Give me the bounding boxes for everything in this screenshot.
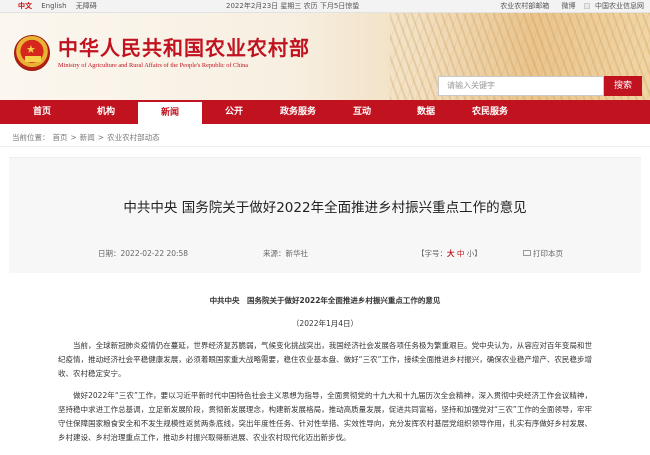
article-subtitle: 中共中央 国务院关于做好2022年全面推进乡村振兴重点工作的意见: [209, 296, 441, 305]
ministry-name-cn[interactable]: 中华人民共和国农业农村部: [58, 32, 310, 61]
nav-item-7[interactable]: 农民服务: [458, 100, 522, 124]
breadcrumb: 当前位置： 首页 > 新闻 > 农业农村部动态: [0, 129, 650, 147]
info-site-icon: [583, 3, 590, 9]
article-meta: 日期：2022-02-22 20:58 来源：新华社 【字号：大 中 小】 打印…: [9, 248, 641, 264]
font-size-large[interactable]: 大: [447, 249, 455, 258]
font-size-medium[interactable]: 中: [457, 249, 465, 258]
nav-item-0[interactable]: 首页: [10, 100, 74, 124]
nav-item-5[interactable]: 互动: [330, 100, 394, 124]
national-emblem-icon[interactable]: ★: [14, 35, 50, 71]
nav-item-4[interactable]: 政务服务: [266, 100, 330, 124]
breadcrumb-home[interactable]: 首页: [53, 133, 68, 142]
nav-item-2[interactable]: 新闻: [138, 100, 202, 124]
top-utility-bar: 中文 English 无障碍 2022年2月23日 星期三 农历 下月5日惊蛰 …: [0, 0, 650, 13]
nav-item-1[interactable]: 机构: [74, 100, 138, 124]
lang-english-link[interactable]: English: [41, 2, 66, 10]
article-subdate: （2022年1月4日）: [291, 319, 359, 328]
font-size-label: 【字号：: [417, 249, 447, 258]
printer-icon: [523, 250, 531, 256]
main-nav: 首页 机构 新闻 公开 政务服务 互动 数据 农民服务: [0, 100, 650, 124]
breadcrumb-current[interactable]: 农业农村部动态: [107, 133, 160, 142]
nav-item-6[interactable]: 数据: [394, 100, 458, 124]
font-size-bracket: 】: [474, 249, 482, 258]
language-switcher: 中文 English 无障碍: [18, 0, 104, 12]
article-paragraph: 当前，全球新冠肺炎疫情仍在蔓延，世界经济复苏脆弱，气候变化挑战突出，我国经济社会…: [58, 341, 592, 378]
weibo-link[interactable]: 微博: [562, 2, 576, 10]
search-button[interactable]: 搜索: [604, 76, 642, 96]
lang-chinese-link[interactable]: 中文: [18, 2, 32, 10]
nav-item-3[interactable]: 公开: [202, 100, 266, 124]
print-page-button[interactable]: 打印本页: [523, 248, 563, 259]
breadcrumb-news[interactable]: 新闻: [80, 133, 95, 142]
breadcrumb-label: 当前位置：: [12, 133, 50, 142]
accessibility-link[interactable]: 无障碍: [76, 2, 97, 10]
breadcrumb-sep: >: [97, 133, 105, 142]
agri-info-link[interactable]: 中国农业信息网: [595, 2, 644, 10]
article-source: 来源：新华社: [263, 249, 308, 258]
publish-date: 日期：2022-02-22 20:58: [98, 249, 189, 258]
search-input[interactable]: 请输入关键字: [438, 76, 604, 96]
article-body: 中共中央 国务院关于做好2022年全面推进乡村振兴重点工作的意见 （2022年1…: [0, 294, 650, 445]
breadcrumb-sep: >: [70, 133, 77, 142]
font-size-control: 【字号：大 中 小】: [417, 248, 482, 259]
ministry-mail-link[interactable]: 农业农村部邮箱: [500, 2, 549, 10]
print-label: 打印本页: [533, 249, 563, 258]
current-date: 2022年2月23日 星期三 农历 下月5日惊蛰: [226, 2, 360, 10]
article-title: 中共中央 国务院关于做好2022年全面推进乡村振兴重点工作的意见: [123, 200, 527, 216]
article-header: 中共中央 国务院关于做好2022年全面推进乡村振兴重点工作的意见 日期：2022…: [9, 157, 641, 273]
top-links: 农业农村部邮箱 微博 中国农业信息网: [490, 0, 644, 12]
ministry-name-en: Ministry of Agriculture and Rural Affair…: [58, 62, 249, 69]
site-banner: ★ 中华人民共和国农业农村部 Ministry of Agriculture a…: [0, 13, 650, 100]
article-paragraph: 做好2022年“三农”工作，要以习近平新时代中国特色社会主义思想为指导，全面贯彻…: [58, 391, 592, 442]
